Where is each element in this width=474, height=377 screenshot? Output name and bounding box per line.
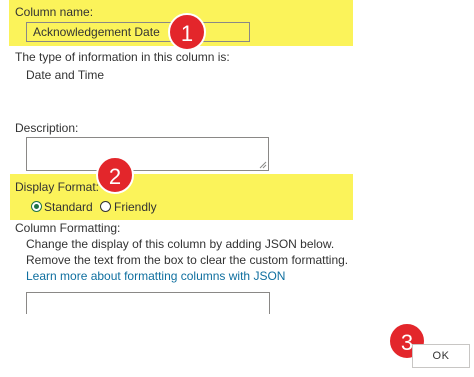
callout-badge-2: 2 [96, 156, 134, 194]
column-name-input[interactable] [26, 22, 250, 42]
display-format-label: Display Format: [15, 180, 100, 194]
description-textarea[interactable] [26, 137, 269, 171]
json-formatting-textarea[interactable] [26, 292, 270, 314]
description-label: Description: [15, 121, 79, 135]
learn-more-json-link[interactable]: Learn more about formatting columns with… [26, 269, 285, 283]
radio-standard-label[interactable]: Standard [44, 200, 93, 214]
radio-friendly[interactable] [100, 201, 111, 212]
formatting-help-line-1: Change the display of this column by add… [26, 237, 335, 251]
radio-friendly-label[interactable]: Friendly [114, 200, 157, 214]
formatting-help-line-2: Remove the text from the box to clear th… [26, 253, 349, 267]
type-info-label: The type of information in this column i… [15, 50, 230, 64]
callout-badge-1: 1 [168, 13, 206, 51]
ok-button[interactable]: OK [412, 344, 470, 368]
column-formatting-label: Column Formatting: [15, 221, 121, 235]
column-name-label: Column name: [15, 5, 94, 19]
resize-grip-icon[interactable] [259, 161, 267, 169]
radio-standard[interactable] [31, 201, 42, 212]
type-info-value: Date and Time [26, 68, 105, 82]
